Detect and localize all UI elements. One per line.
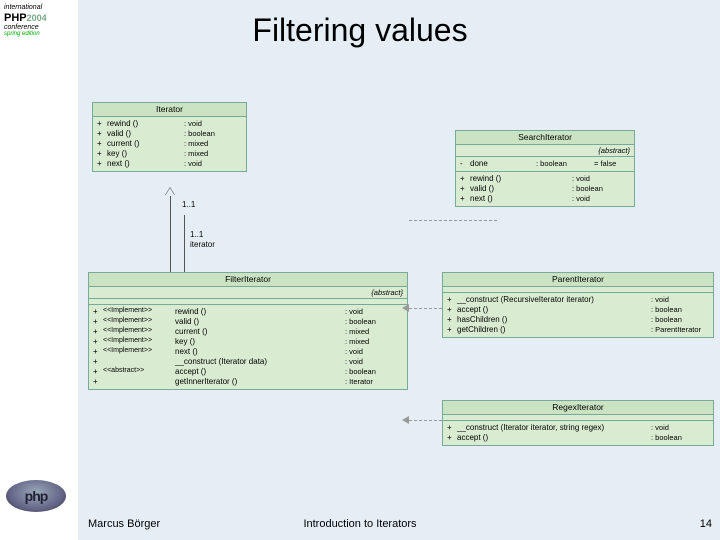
uml-member-row: +<<Implement>>rewind (): void bbox=[93, 307, 403, 317]
uml-member-row: +__construct (Iterator data): void bbox=[93, 357, 403, 367]
arrow-head-icon bbox=[402, 416, 409, 424]
connector-filter-to-iterator bbox=[170, 196, 171, 272]
arrow-head-icon bbox=[402, 304, 409, 312]
arrow-head-icon bbox=[165, 188, 175, 196]
uml-member-row: +getChildren (): ParentIterator bbox=[447, 325, 709, 335]
uml-methods: +rewind (): void+valid (): boolean+curre… bbox=[93, 117, 246, 171]
multiplicity-1: 1..1 bbox=[182, 200, 195, 209]
footer-title: Introduction to Iterators bbox=[0, 518, 720, 530]
uml-member-row: +getInnerIterator (): Iterator bbox=[93, 377, 403, 387]
uml-member-row: +accept (): boolean bbox=[447, 433, 709, 443]
connector-parent-to-filter bbox=[409, 308, 442, 309]
uml-methods: +rewind (): void+valid (): boolean+next … bbox=[456, 172, 634, 206]
left-bar bbox=[0, 0, 78, 540]
uml-class-name: Iterator bbox=[93, 103, 246, 117]
uml-class-regex-iterator: RegexIterator +__construct (Iterator ite… bbox=[442, 400, 714, 446]
slide-title: Filtering values bbox=[0, 12, 720, 49]
uml-member-row: +hasChildren (): boolean bbox=[447, 315, 709, 325]
uml-class-search-iterator: SearchIterator {abstract} -done: boolean… bbox=[455, 130, 635, 207]
uml-class-name: RegexIterator bbox=[443, 401, 713, 415]
uml-member-row: +rewind (): void bbox=[97, 119, 242, 129]
uml-methods: +<<Implement>>rewind (): void+<<Implemen… bbox=[89, 305, 407, 389]
uml-stereotype: {abstract} bbox=[456, 145, 634, 157]
uml-member-row: +valid (): boolean bbox=[97, 129, 242, 139]
uml-class-iterator: Iterator +rewind (): void+valid (): bool… bbox=[92, 102, 247, 172]
uml-member-row: +<<Implement>>next (): void bbox=[93, 347, 403, 357]
uml-attributes: -done: boolean= false bbox=[456, 157, 634, 172]
uml-class-name: SearchIterator bbox=[456, 131, 634, 145]
uml-class-parent-iterator: ParentIterator +__construct (RecursiveIt… bbox=[442, 272, 714, 338]
assoc-role: iterator bbox=[190, 240, 215, 249]
multiplicity-2: 1..1 bbox=[190, 230, 203, 239]
connector-regex-to-filter bbox=[409, 420, 442, 421]
uml-member-row: +key (): mixed bbox=[97, 149, 242, 159]
uml-class-name: FilterIterator bbox=[89, 273, 407, 287]
uml-member-row: +<<Implement>>valid (): boolean bbox=[93, 317, 403, 327]
uml-member-row: -done: boolean= false bbox=[460, 159, 630, 169]
uml-methods: +__construct (Iterator iterator, string … bbox=[443, 421, 713, 445]
connector-filter-to-iterator-assoc bbox=[184, 215, 185, 272]
uml-member-row: +accept (): boolean bbox=[447, 305, 709, 315]
php-logo: php bbox=[6, 480, 66, 512]
uml-member-row: +<<Implement>>current (): mixed bbox=[93, 327, 403, 337]
uml-member-row: +next (): void bbox=[97, 159, 242, 169]
uml-class-filter-iterator: FilterIterator {abstract} +<<Implement>>… bbox=[88, 272, 408, 390]
uml-member-row: +rewind (): void bbox=[460, 174, 630, 184]
uml-member-row: +current (): mixed bbox=[97, 139, 242, 149]
uml-methods: +__construct (RecursiveIterator iterator… bbox=[443, 293, 713, 337]
uml-member-row: +valid (): boolean bbox=[460, 184, 630, 194]
connector-search-to-filter bbox=[409, 220, 497, 221]
uml-class-name: ParentIterator bbox=[443, 273, 713, 287]
logo-line-1: international bbox=[4, 4, 47, 12]
footer: Marcus Börger Introduction to Iterators … bbox=[0, 518, 720, 536]
uml-member-row: +__construct (RecursiveIterator iterator… bbox=[447, 295, 709, 305]
uml-stereotype: {abstract} bbox=[89, 287, 407, 299]
footer-page: 14 bbox=[700, 518, 712, 530]
uml-member-row: +<<Implement>>key (): mixed bbox=[93, 337, 403, 347]
uml-member-row: +<<abstract>>accept (): boolean bbox=[93, 367, 403, 377]
uml-member-row: +__construct (Iterator iterator, string … bbox=[447, 423, 709, 433]
uml-member-row: +next (): void bbox=[460, 194, 630, 204]
